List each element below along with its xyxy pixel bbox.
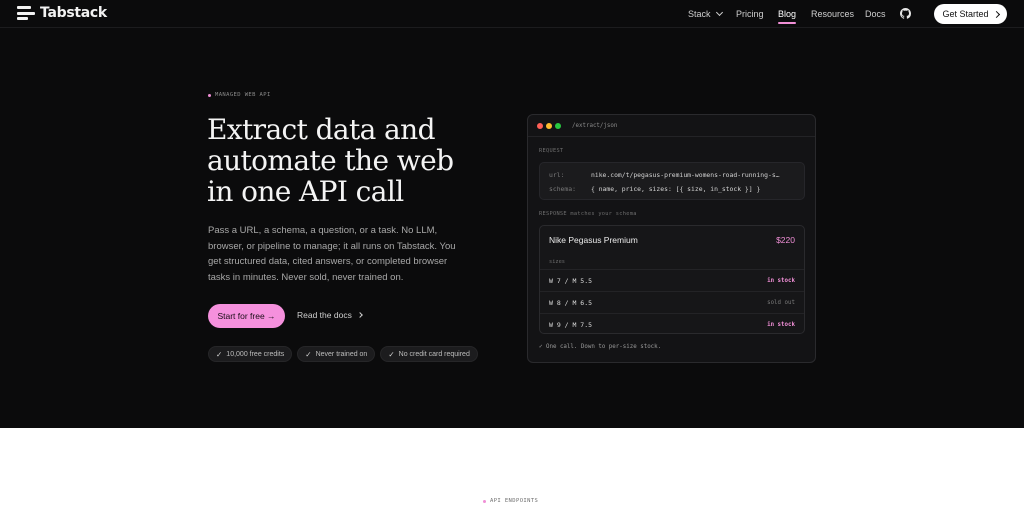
size-row: W 8 / M 6.5 sold out bbox=[540, 291, 804, 313]
product-price: $220 bbox=[776, 235, 795, 245]
pill-free-credits: ✓ 10,000 free credits bbox=[208, 346, 293, 362]
response-box: Nike Pegasus Premium $220 sizes W 7 / M … bbox=[539, 225, 805, 334]
headline-line-2: automate the web bbox=[207, 144, 454, 177]
pill-label: Never trained on bbox=[315, 350, 368, 358]
hero-description: Pass a URL, a schema, a question, or a t… bbox=[208, 225, 456, 283]
api-endpoints-eyebrow-text: API ENDPOINTS bbox=[490, 498, 539, 504]
get-started-button[interactable]: Get Started bbox=[934, 4, 1007, 24]
sizes-label: sizes bbox=[549, 259, 565, 265]
chevron-right-icon bbox=[992, 10, 1000, 18]
headline-line-3: in one API call bbox=[207, 175, 404, 208]
api-endpoints-eyebrow: API ENDPOINTS bbox=[483, 498, 538, 504]
github-icon[interactable] bbox=[900, 8, 911, 19]
api-example-card: /extract/json REQUEST url: nike.com/t/pe… bbox=[527, 114, 816, 363]
chevron-down-icon bbox=[715, 8, 723, 17]
url-value: nike.com/t/pegasus-premium-womens-road-r… bbox=[591, 171, 780, 179]
request-label: REQUEST bbox=[539, 148, 564, 154]
size-row: W 9 / M 7.5 in stock bbox=[540, 313, 804, 335]
request-url-row: url: nike.com/t/pegasus-premium-womens-r… bbox=[549, 171, 780, 179]
size-name: W 7 / M 5.5 bbox=[549, 277, 593, 285]
endpoint-path: /extract/json bbox=[572, 122, 618, 129]
chevron-right-icon bbox=[356, 312, 363, 318]
check-icon: ✓ bbox=[388, 349, 395, 359]
card-footnote: ✓ One call. Down to per-size stock. bbox=[539, 344, 662, 350]
url-key: url: bbox=[549, 171, 565, 179]
check-icon: ✓ bbox=[305, 349, 312, 359]
size-row: W 7 / M 5.5 in stock bbox=[540, 269, 804, 291]
size-name: W 9 / M 7.5 bbox=[549, 321, 593, 329]
headline-line-1: Extract data and bbox=[207, 113, 436, 146]
check-icon: ✓ bbox=[216, 349, 223, 359]
request-schema-row: schema: { name, price, sizes: [{ size, i… bbox=[549, 185, 760, 193]
window-maximize-dot-icon bbox=[555, 122, 561, 129]
read-the-docs-label: Read the docs bbox=[297, 310, 352, 320]
pill-no-credit-card: ✓ No credit card required bbox=[380, 346, 478, 362]
size-name: W 8 / M 6.5 bbox=[549, 299, 593, 307]
hero-headline: Extract data and automate the web in one… bbox=[207, 114, 507, 207]
pill-label: 10,000 free credits bbox=[226, 350, 285, 358]
hero-eyebrow-text: MANAGED WEB API bbox=[215, 92, 271, 98]
request-box: url: nike.com/t/pegasus-premium-womens-r… bbox=[539, 162, 805, 200]
start-for-free-button[interactable]: Start for free → bbox=[208, 304, 285, 328]
read-the-docs-link[interactable]: Read the docs bbox=[297, 310, 363, 320]
active-nav-indicator bbox=[778, 22, 796, 24]
window-minimize-dot-icon bbox=[546, 122, 552, 129]
api-endpoints-section: API ENDPOINTS bbox=[0, 428, 1024, 508]
nav-item-docs[interactable]: Docs bbox=[865, 9, 886, 19]
hero-section: MANAGED WEB API Extract data and automat… bbox=[0, 29, 1024, 428]
top-nav: Tabstack Stack Pricing Blog Resources Do… bbox=[0, 0, 1024, 28]
feature-pills: ✓ 10,000 free credits ✓ Never trained on… bbox=[208, 346, 478, 362]
window-close-dot-icon bbox=[537, 122, 543, 129]
stock-status: in stock bbox=[767, 277, 795, 284]
brand-name: Tabstack bbox=[40, 5, 107, 21]
product-name: Nike Pegasus Premium bbox=[549, 235, 638, 245]
stock-status: sold out bbox=[767, 299, 795, 306]
brand-logo[interactable]: Tabstack bbox=[17, 5, 107, 21]
schema-key: schema: bbox=[549, 185, 576, 193]
pill-never-trained: ✓ Never trained on bbox=[297, 346, 376, 362]
tabstack-logo-icon bbox=[17, 5, 35, 21]
card-header: /extract/json bbox=[528, 115, 815, 137]
response-label: RESPONSE matches your schema bbox=[539, 211, 637, 217]
get-started-label: Get Started bbox=[942, 9, 989, 19]
stock-status: in stock bbox=[767, 321, 795, 328]
schema-value: { name, price, sizes: [{ size, in_stock … bbox=[591, 185, 761, 193]
nav-item-resources[interactable]: Resources bbox=[811, 9, 854, 19]
nav-item-stack[interactable]: Stack bbox=[688, 8, 723, 19]
nav-item-stack-label: Stack bbox=[688, 9, 711, 19]
pill-label: No credit card required bbox=[398, 350, 470, 358]
nav-item-blog[interactable]: Blog bbox=[778, 9, 796, 19]
hero-eyebrow: MANAGED WEB API bbox=[208, 92, 271, 98]
nav-item-pricing[interactable]: Pricing bbox=[736, 9, 764, 19]
pink-dot-icon bbox=[483, 499, 486, 503]
pink-dot-icon bbox=[208, 93, 211, 97]
